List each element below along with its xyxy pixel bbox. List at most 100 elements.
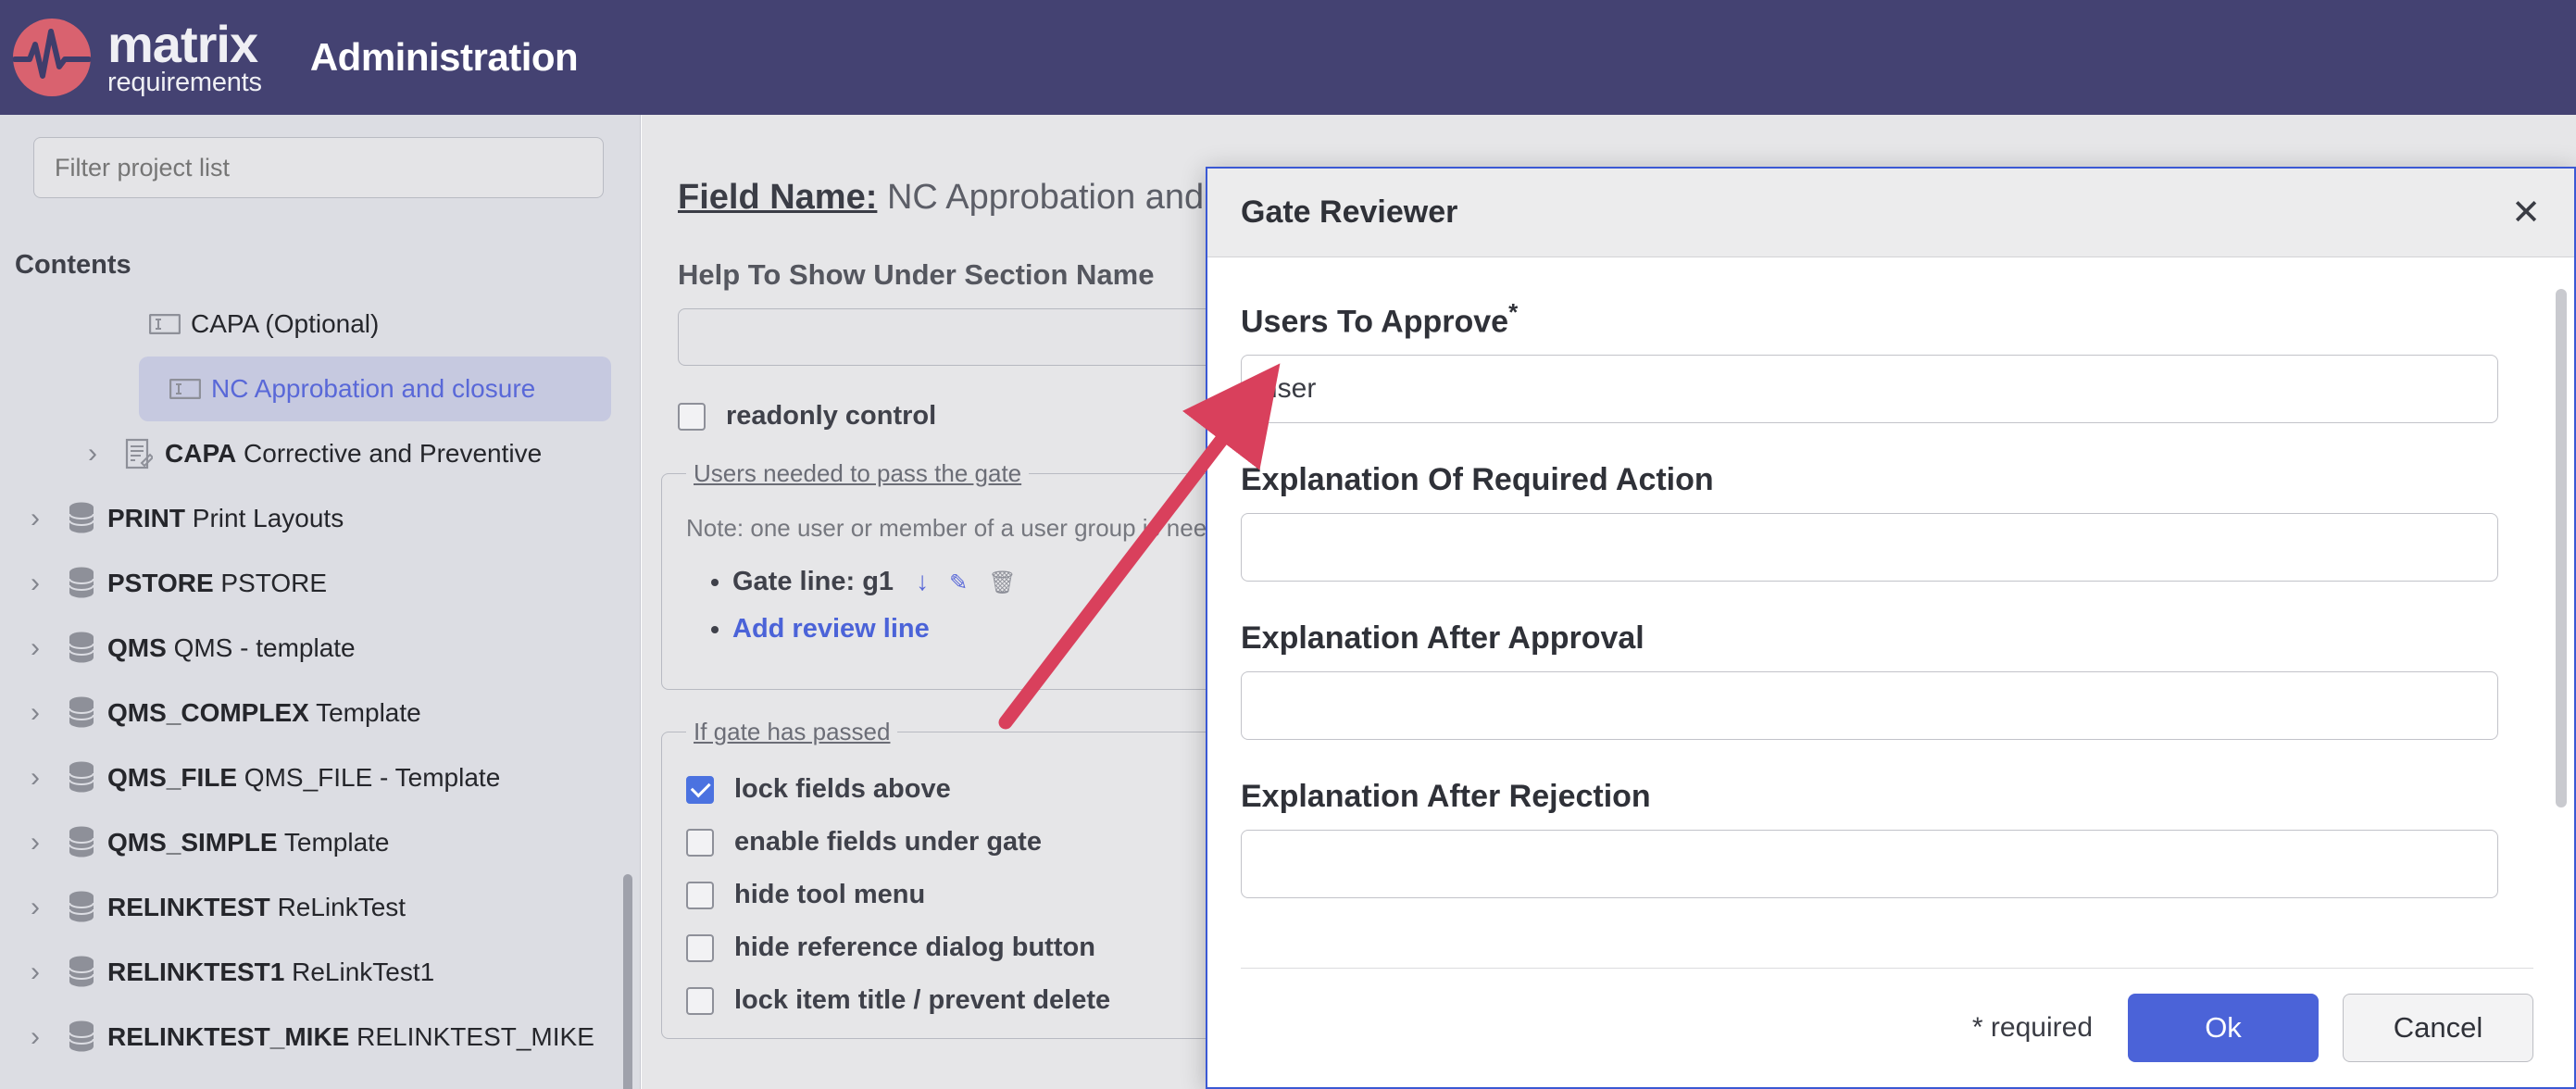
readonly-checkbox[interactable] [678,402,706,431]
gate-passed-checkbox[interactable] [686,986,714,1015]
dialog-scrollbar[interactable] [2556,289,2567,807]
trash-icon[interactable]: 🗑 [988,570,1016,595]
add-review-line-link[interactable]: Add review line [732,614,930,644]
chevron-right-icon[interactable]: › [15,957,56,988]
app-header: matrix requirements Administration [0,0,2576,115]
gate-passed-fieldset: If gate has passed lock fields above enab… [661,718,1282,1039]
chevron-right-icon[interactable]: › [72,438,113,469]
dialog-body: Users To Approve* Explanation Of Required… [1207,257,2574,958]
field-name-label: Field Name: [678,178,878,217]
gate-passed-option[interactable]: enable fields under gate [686,827,1257,857]
tree-row[interactable]: › CAPA Corrective and Preventive [0,421,640,486]
gate-passed-checkbox[interactable] [686,933,714,962]
database-icon [56,760,107,795]
field-icon [139,314,191,334]
tree-row-label: QMS_COMPLEX Template [107,698,421,727]
database-icon [56,825,107,860]
chevron-right-icon[interactable]: › [15,632,56,664]
arrow-down-icon[interactable]: ↓ [916,567,929,595]
chevron-right-icon[interactable]: › [15,568,56,599]
tree-row-label: QMS_SIMPLE Template [107,828,390,857]
gate-passed-legend: If gate has passed [694,718,891,745]
dialog-footer: * required Ok Cancel [1207,969,2574,1087]
dialog-title: Gate Reviewer [1241,194,1458,230]
readonly-label: readonly control [726,401,937,431]
tree-row-label: PRINT Print Layouts [107,504,344,532]
contents-heading: Contents [15,250,131,280]
database-icon [56,566,107,601]
database-icon [56,631,107,666]
dialog-header: Gate Reviewer ✕ [1207,169,2574,257]
chevron-right-icon[interactable]: › [15,1021,56,1053]
gate-passed-option-label: hide reference dialog button [734,933,1095,962]
cancel-button[interactable]: Cancel [2343,994,2533,1062]
ok-button[interactable]: Ok [2128,994,2319,1062]
tree-row[interactable]: › QMS_COMPLEX Template [0,681,640,745]
gate-passed-options: lock fields above enable fields under gat… [686,774,1257,1016]
tree-row-label: CAPA (Optional) [191,309,380,338]
gate-passed-option-label: lock item title / prevent delete [734,985,1111,1015]
database-icon [56,501,107,536]
tree-row[interactable]: CAPA (Optional) [0,292,640,357]
document-edit-icon [113,438,165,469]
dialog-field-group: Explanation After Rejection [1241,779,2533,899]
chevron-right-icon[interactable]: › [15,762,56,794]
tree-row[interactable]: › RELINKTEST1 ReLinkTest1 [0,940,640,1005]
gate-passed-option[interactable]: hide tool menu [686,880,1257,910]
gate-passed-option[interactable]: hide reference dialog button [686,933,1257,963]
close-icon[interactable]: ✕ [2511,195,2541,231]
heartbeat-pulse-icon [13,19,91,96]
gate-reviewer-dialog: Gate Reviewer ✕ Users To Approve* Explana… [1206,167,2576,1089]
tree-row[interactable]: › QMS QMS - template [0,616,640,681]
tree-row-label: QMS QMS - template [107,633,356,662]
dialog-field-label: Explanation After Rejection [1241,779,1651,815]
pencil-icon[interactable]: ✎ [949,570,968,595]
gate-passed-option-label: enable fields under gate [734,827,1042,857]
sidebar: Contents CAPA (Optional) NC Approbation a… [0,115,641,1089]
page-title: Administration [309,35,579,79]
gate-passed-checkbox[interactable] [686,828,714,857]
database-icon [56,955,107,990]
tree-row-label: RELINKTEST1 ReLinkTest1 [107,958,435,986]
tree-row[interactable]: › QMS_FILE QMS_FILE - Template [0,745,640,810]
tree-row[interactable]: › PRINT Print Layouts [0,486,640,551]
database-icon [56,890,107,925]
filter-project-input[interactable] [33,137,604,198]
chevron-right-icon[interactable]: › [15,697,56,729]
tree-row[interactable]: › QMS_SIMPLE Template [0,810,640,875]
required-note: * required [1971,1012,2093,1043]
sidebar-scrollbar[interactable] [623,874,632,1089]
brand-logo[interactable]: matrix requirements [13,18,262,97]
tree-row-label: NC Approbation and closure [211,374,536,403]
tree-row[interactable]: › RELINKTEST ReLinkTest [0,875,640,940]
gate-passed-option[interactable]: lock fields above [686,774,1257,805]
dialog-field-input[interactable] [1241,355,2498,424]
tree-row[interactable]: › PSTORE PSTORE [0,551,640,616]
tree-row-label: QMS_FILE QMS_FILE - Template [107,763,501,792]
field-icon [159,379,211,399]
gate-passed-checkbox[interactable] [686,775,714,804]
gate-passed-option-label: lock fields above [734,774,951,804]
tree-row[interactable]: › RELINKTEST_MIKE RELINKTEST_MIKE [0,1005,640,1070]
gate-passed-option[interactable]: lock item title / prevent delete [686,985,1257,1016]
dialog-field-label: Users To Approve* [1241,298,1519,340]
dialog-field-input[interactable] [1241,513,2498,582]
gate-passed-checkbox[interactable] [686,881,714,909]
chevron-right-icon[interactable]: › [15,892,56,923]
chevron-right-icon[interactable]: › [15,827,56,858]
gate-passed-option-label: hide tool menu [734,880,926,909]
help-section-input[interactable] [678,308,1270,366]
tree-row[interactable]: NC Approbation and closure [139,357,611,421]
tree-row-label: RELINKTEST_MIKE RELINKTEST_MIKE [107,1022,594,1051]
gate-line-label: Gate line: g1 [732,567,894,596]
dialog-field-label: Explanation After Approval [1241,620,1644,657]
logo-text-secondary: requirements [107,67,262,97]
tree-row-label: CAPA Corrective and Preventive [165,439,543,468]
dialog-field-label: Explanation Of Required Action [1241,462,1714,498]
dialog-field-group: Explanation Of Required Action [1241,462,2533,582]
chevron-right-icon[interactable]: › [15,503,56,534]
tree-row-label: RELINKTEST ReLinkTest [107,893,406,921]
dialog-field-input[interactable] [1241,671,2498,741]
project-tree: CAPA (Optional) NC Approbation and closur… [0,292,640,1070]
dialog-field-input[interactable] [1241,830,2498,899]
